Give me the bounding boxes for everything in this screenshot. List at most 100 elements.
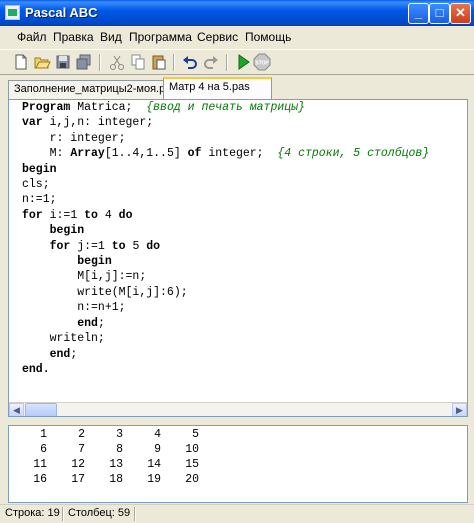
output-row: 11 12 13 14 15 [9,458,467,473]
app-icon [5,5,20,20]
paste-icon[interactable] [150,53,168,71]
output-panel[interactable]: 1 2 3 4 5 6 7 8 9 10 11 12 13 14 15 16 17 18 19 20 [8,425,468,503]
output-value: 13 [109,458,123,471]
run-icon[interactable] [234,53,252,71]
code-keyword: var [22,116,43,130]
output-value: 10 [185,443,199,456]
output-value: 15 [185,458,199,471]
toolbar-separator [226,54,228,71]
menu-help[interactable]: Помощь [245,30,291,44]
code-line: M[i,j]:=n; [22,269,429,284]
code-line: end; [22,347,429,362]
code-token: ; [97,316,105,330]
output-value: 4 [154,428,161,441]
window-title: Pascal ABC [25,5,98,20]
code-line: M: Array[1..4,1..5] of integer; {4 строк… [22,146,430,161]
output-row: 1 2 3 4 5 [9,428,467,443]
code-token: n:=1; [22,193,57,207]
code-keyword: do [146,239,161,253]
output-value: 1 [40,428,47,441]
save-all-icon[interactable] [75,53,93,71]
code-token: j:=1 [70,239,112,253]
code-token: write(M[i,j]:6); [22,285,188,299]
code-line: n:=1; [22,192,429,207]
scroll-left-button[interactable]: ◀ [9,403,24,416]
undo-icon[interactable] [181,53,199,71]
output-value: 18 [109,473,123,486]
code-keyword: begin [22,162,57,176]
code-line: for i:=1 to 4 do [22,208,429,223]
code-token: M[i,j]:=n; [22,270,147,284]
output-value: 2 [78,428,85,441]
new-file-icon[interactable] [12,53,30,71]
code-line: r: integer; [22,131,429,146]
code-token: cls; [22,178,50,192]
output-value: 5 [192,428,199,441]
output-value: 16 [33,473,47,486]
maximize-button[interactable]: □ [429,3,450,24]
code-keyword: Array [70,147,105,161]
code-line: begin [22,223,429,238]
code-keyword: end [77,316,98,330]
code-token: ; [70,347,78,361]
code-line: writeln; [22,331,429,346]
output-value: 3 [116,428,123,441]
output-value: 19 [147,473,161,486]
tab-matr-4-na-5[interactable]: Матр 4 на 5.pas [163,77,272,99]
file-tabs: Заполнение_матрицы2-моя.pas Матр 4 на 5.… [0,77,474,99]
code-token: r: integer; [22,131,126,145]
output-value: 9 [154,443,161,456]
code-keyword: end. [22,362,50,376]
minimize-button[interactable]: _ [408,3,429,24]
code-text[interactable]: Program Matrica; {ввод и печать матрицы}… [22,100,429,377]
title-bar[interactable]: Pascal ABC _ □ ✕ [0,0,474,26]
toolbar-separator [173,54,175,71]
code-editor[interactable]: Program Matrica; {ввод и печать матрицы}… [8,99,468,417]
save-icon[interactable] [54,53,72,71]
code-token: writeln; [22,332,105,346]
stop-icon[interactable]: STOP [253,53,271,71]
code-keyword: begin [77,255,112,269]
tab-zapolnenie[interactable]: Заполнение_матрицы2-моя.pas [8,80,177,99]
output-value: 6 [40,443,47,456]
status-column: Столбец: 59 [68,507,131,519]
code-keyword: to [111,239,126,253]
code-line: end; [22,316,429,331]
close-button[interactable]: ✕ [450,3,471,24]
status-divider [134,507,136,521]
code-token: i:=1 [42,208,85,222]
scroll-thumb[interactable] [25,403,57,416]
status-divider [62,507,64,521]
redo-icon[interactable] [202,53,220,71]
code-keyword: begin [49,224,85,238]
output-row: 16 17 18 19 20 [9,473,467,488]
code-keyword: end [49,347,71,361]
code-line: Program Matrica; {ввод и печать матрицы} [22,100,429,115]
code-line: end. [22,362,429,377]
menu-service[interactable]: Сервис [197,30,238,44]
copy-icon[interactable] [129,53,147,71]
output-value: 12 [71,458,85,471]
stop-label: STOP [255,61,269,67]
menu-program[interactable]: Программа [129,30,192,44]
menu-view[interactable]: Вид [100,30,122,44]
code-line: n:=n+1; [22,300,429,315]
menu-edit[interactable]: Правка [53,30,94,44]
menu-file[interactable]: Файл [17,30,47,44]
code-token: 5 [125,239,147,253]
code-line: write(M[i,j]:6); [22,285,429,300]
toolbar-separator [99,54,101,71]
scroll-right-button[interactable]: ▶ [452,403,467,416]
code-line: cls; [22,177,429,192]
code-comment: {4 строки, 5 столбцов} [277,147,430,161]
code-keyword: for [49,239,71,253]
code-line: var i,j,n: integer; [22,115,429,130]
code-keyword: do [118,208,133,222]
code-token: n:=n+1; [22,301,126,315]
horizontal-scrollbar[interactable]: ◀ ▶ [9,402,467,416]
output-value: 8 [116,443,123,456]
open-folder-icon[interactable] [33,53,51,71]
cut-icon[interactable] [108,53,126,71]
code-token: i,j,n: integer; [42,116,154,130]
